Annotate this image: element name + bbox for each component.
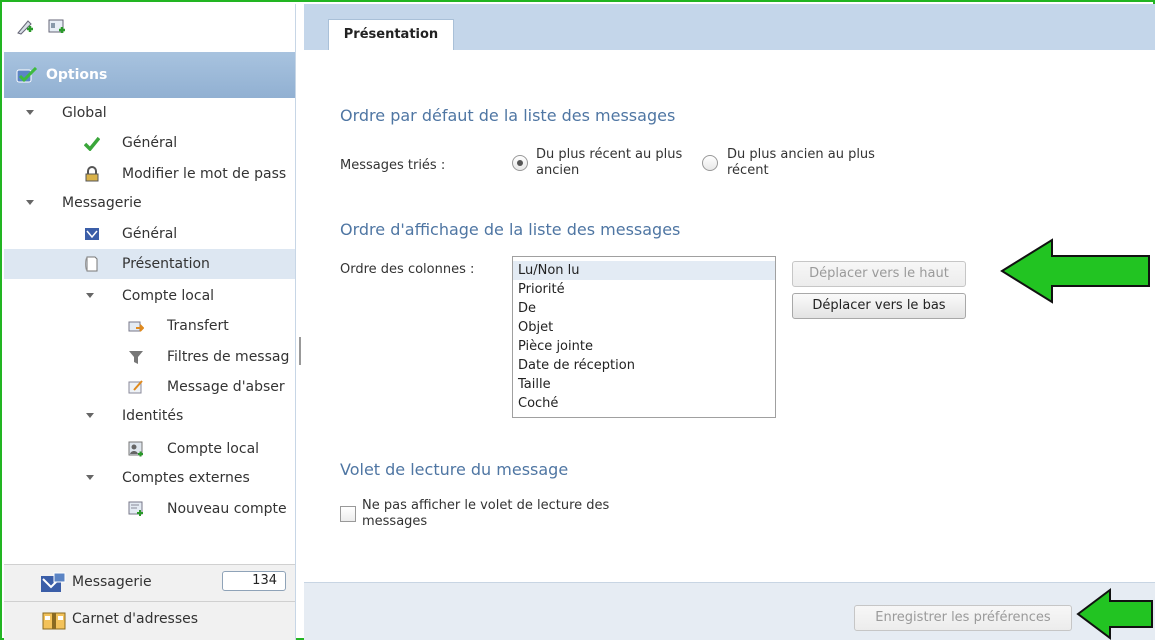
footer-bar: Enregistrer les préférences [304,582,1155,640]
filter-icon [129,351,143,364]
sort-label: Messages triés : [340,158,446,173]
column-option[interactable]: Date de réception [513,356,775,375]
move-down-button[interactable]: Déplacer vers le bas [792,293,966,319]
tree-transfer-label: Transfert [167,318,229,334]
tree-presentation[interactable]: Présentation [4,249,295,279]
hide-reading-pane-line2: messages [362,514,428,529]
new-message-icon[interactable] [16,18,34,36]
tree-filters-label: Filtres de messag [167,349,290,365]
tree-external-accounts-label: Comptes externes [122,470,250,486]
options-check-icon [16,67,38,83]
collapse-arrow-icon[interactable] [26,110,34,115]
tree-msg-general-label: Général [122,226,178,242]
collapse-arrow-icon[interactable] [86,293,94,298]
sort-heading: Ordre par défaut de la liste des message… [340,106,676,125]
address-book-icon [42,612,66,630]
main-panel: Présentation Ordre par défaut de la list… [304,4,1155,640]
column-option[interactable]: Priorité [513,280,775,299]
column-option[interactable]: Lu/Non lu [513,261,775,280]
lock-icon [85,166,99,182]
options-header: Options [4,52,295,98]
tree-identity-local[interactable]: Compte local [4,434,295,464]
column-option[interactable]: Coché [513,394,775,413]
tree-change-password[interactable]: Modifier le mot de pass [4,159,295,189]
nav-messagerie-label: Messagerie [72,574,152,590]
add-account-icon [128,501,143,516]
tree-global-general[interactable]: Général [4,128,295,158]
radio-recent-first[interactable] [512,155,528,171]
radio-oldest-line1: Du plus ancien au plus [727,147,875,162]
note-icon [128,380,143,394]
radio-recent-line1: Du plus récent au plus [536,147,683,162]
columns-listbox[interactable]: Lu/Non lu Priorité De Objet Pièce jointe Date… [512,256,776,418]
collapse-arrow-icon[interactable] [86,475,94,480]
tree-local-account[interactable]: Compte local [4,281,295,311]
annotation-arrow-move-up [1000,238,1150,304]
move-up-button[interactable]: Déplacer vers le haut [792,261,966,287]
radio-oldest-line2: récent [727,163,769,178]
save-preferences-button[interactable]: Enregistrer les préférences [854,605,1072,631]
column-option[interactable]: Objet [513,318,775,337]
tree-new-account-label: Nouveau compte [167,501,287,517]
nav-messagerie[interactable]: Messagerie 134 [4,564,295,601]
sidebar: Options Global Général Modifier le mot d… [4,4,296,640]
tree-identities[interactable]: Identités [4,401,295,431]
tree-external-accounts[interactable]: Comptes externes [4,463,295,493]
tree-global-general-label: Général [122,135,178,151]
splitter-handle[interactable] [299,337,301,365]
column-option[interactable]: Pièce jointe [513,337,775,356]
radio-oldest-first-label: Du plus ancien au plus récent [727,147,875,179]
nav-address-book[interactable]: Carnet d'adresses [4,601,295,640]
app-window: Options Global Général Modifier le mot d… [0,0,1155,640]
column-option[interactable]: De [513,299,775,318]
reading-pane-heading: Volet de lecture du message [340,460,569,479]
hide-reading-pane-line1: Ne pas afficher le volet de lecture des [362,498,610,513]
radio-recent-first-label: Du plus récent au plus ancien [536,147,682,179]
collapse-arrow-icon[interactable] [86,413,94,418]
tab-bar: Présentation [304,4,1155,50]
green-check-icon [84,136,100,151]
annotation-arrow-save [1076,588,1153,640]
forward-icon [128,321,144,332]
new-contact-icon[interactable] [48,18,66,36]
tree-msg-general[interactable]: Général [4,219,295,249]
tree-presentation-label: Présentation [122,256,210,272]
column-option[interactable]: Taille [513,375,775,394]
columns-order-label: Ordre des colonnes : [340,262,475,277]
tree-change-password-label: Modifier le mot de pass [122,166,287,182]
mail-icon [85,228,99,240]
radio-recent-line2: ancien [536,163,580,178]
tree-transfer[interactable]: Transfert [4,311,295,341]
display-order-heading: Ordre d'affichage de la liste des messag… [340,220,681,239]
tree-messagerie[interactable]: Messagerie [4,188,295,218]
tree-away-message[interactable]: Message d'abser [4,372,295,402]
tab-presentation[interactable]: Présentation [328,19,454,50]
sidebar-toolbar [4,4,295,50]
tree-messagerie-label: Messagerie [62,195,142,211]
mailbox-icon [41,572,66,592]
nav-address-book-label: Carnet d'adresses [72,611,199,627]
tree-global[interactable]: Global [4,98,295,128]
page-icon [85,256,98,272]
tree-global-label: Global [62,105,107,121]
tree-identities-label: Identités [122,408,184,424]
tree-identity-local-label: Compte local [167,441,260,457]
tree-away-message-label: Message d'abser [167,379,285,395]
tree-filters[interactable]: Filtres de messag [4,342,295,372]
tree-new-account[interactable]: Nouveau compte [4,494,295,524]
options-title: Options [46,67,108,83]
contact-card-icon [128,441,143,457]
tree-local-account-label: Compte local [122,288,215,304]
radio-oldest-first[interactable] [702,155,718,171]
collapse-arrow-icon[interactable] [26,200,34,205]
unread-count-badge: 134 [222,571,286,591]
hide-reading-pane-checkbox[interactable] [340,506,356,522]
hide-reading-pane-label: Ne pas afficher le volet de lecture des … [362,498,609,530]
